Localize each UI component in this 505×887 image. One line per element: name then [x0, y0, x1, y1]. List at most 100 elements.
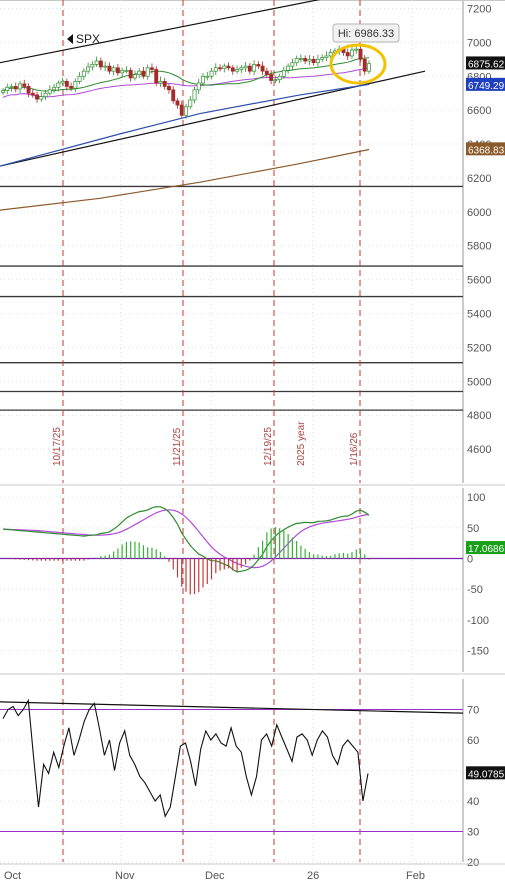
candle-up — [235, 69, 240, 72]
rsi-value-text: 49.0785 — [468, 769, 505, 780]
event-date-label: 10/17/25 — [52, 427, 63, 466]
price-tag-value: 6368.83 — [468, 145, 505, 156]
candle-up — [298, 58, 303, 60]
rsi-panel: 70605040302049.0785 — [0, 679, 505, 869]
candle-up — [60, 80, 65, 84]
candle-up — [52, 86, 57, 91]
price-tick-label: 5800 — [467, 241, 491, 253]
candle-up — [124, 69, 129, 72]
candle-down — [98, 60, 103, 68]
symbol-text: SPX — [76, 32, 100, 46]
ma-brown-line — [0, 148, 370, 211]
macd-tick-label: 100 — [467, 492, 485, 504]
candle-up — [277, 75, 282, 81]
candle-up — [137, 70, 142, 75]
price-tick-label: 7200 — [467, 3, 491, 15]
candle-up — [294, 58, 299, 64]
rsi-trendline — [0, 701, 464, 714]
candle-up — [18, 83, 22, 90]
candle-down — [256, 64, 261, 67]
candle-down — [264, 70, 269, 75]
candle-up — [196, 82, 201, 91]
candle-down — [30, 92, 35, 96]
x-axis-label: Dec — [205, 870, 225, 882]
rsi-tick-label: 60 — [467, 735, 479, 747]
candle-up — [145, 67, 150, 77]
candle-up — [286, 65, 291, 71]
price-tick-label: 4800 — [467, 410, 491, 422]
candle-down — [171, 89, 176, 102]
candle-down — [260, 65, 265, 72]
rsi-tick-label: 70 — [467, 705, 479, 717]
candle-up — [281, 69, 286, 77]
macd-tick-label: -100 — [467, 615, 489, 627]
candle-up — [9, 86, 14, 88]
macd-tick-label: -150 — [467, 646, 489, 658]
candle-down — [154, 69, 159, 84]
candle-up — [132, 74, 137, 79]
candle-down — [13, 86, 18, 90]
price-tick-label: 5600 — [467, 275, 491, 287]
candle-up — [184, 106, 188, 116]
price-tick-label: 5000 — [467, 376, 491, 388]
candle-up — [1, 90, 5, 93]
candle-down — [162, 80, 167, 87]
price-tick-label: 6000 — [467, 207, 491, 219]
candle-up — [120, 69, 125, 74]
price-tick-label: 7000 — [467, 37, 491, 49]
candle-down — [26, 86, 31, 94]
rsi-tick-label: 40 — [467, 796, 479, 808]
candle-up — [81, 70, 86, 77]
x-axis: Oct Nov Dec 26 Feb — [0, 863, 505, 882]
candle-up — [324, 55, 329, 58]
candle-up — [252, 64, 257, 72]
price-panel: 4600480050005200540056005800600062006400… — [0, 0, 505, 486]
candle-down — [64, 80, 69, 87]
candle-down — [35, 94, 39, 100]
candle-down — [226, 65, 231, 69]
candle-up — [188, 99, 193, 108]
candle-up — [192, 89, 197, 101]
candle-up — [307, 58, 312, 62]
candle-down — [218, 67, 222, 70]
candle-up — [158, 80, 163, 84]
candle-up — [209, 70, 214, 77]
candle-up — [94, 60, 99, 65]
candle-down — [179, 104, 184, 116]
price-tick-label: 6600 — [467, 105, 491, 117]
price-tick-label: 5400 — [467, 309, 491, 321]
candle-up — [47, 89, 52, 94]
candle-up — [86, 66, 91, 72]
symbol-label[interactable]: SPX — [67, 32, 100, 46]
candle-down — [69, 86, 74, 89]
x-axis-label: 26 — [307, 870, 319, 882]
price-tick-label: 6200 — [467, 173, 491, 185]
candle-up — [201, 75, 205, 84]
macd-tick-label: 0 — [467, 554, 473, 566]
rsi-tick-label: 30 — [467, 827, 479, 839]
candle-up — [39, 96, 44, 100]
candle-down — [167, 86, 171, 91]
candle-down — [175, 100, 180, 106]
candle-up — [205, 75, 210, 78]
candle-down — [22, 83, 27, 87]
candle-up — [73, 80, 78, 89]
x-axis-label: Feb — [406, 870, 425, 882]
candle-down — [141, 70, 146, 77]
candle-up — [290, 62, 295, 67]
event-date-label: 1/16/26 — [349, 432, 360, 466]
candle-down — [311, 58, 316, 64]
candle-down — [128, 69, 133, 79]
candle-down — [115, 67, 120, 74]
macd-tick-label: -50 — [467, 584, 483, 596]
candle-down — [107, 65, 112, 72]
candle-up — [354, 48, 359, 51]
candle-down — [247, 65, 252, 72]
macd-value-text: 17.0686 — [468, 544, 505, 555]
candle-up — [222, 65, 227, 69]
candle-up — [243, 65, 248, 69]
event-date-label: 12/19/25 — [263, 427, 274, 466]
candle-up — [103, 65, 108, 68]
candle-down — [269, 74, 274, 81]
rsi-tick-label: 20 — [467, 857, 479, 869]
